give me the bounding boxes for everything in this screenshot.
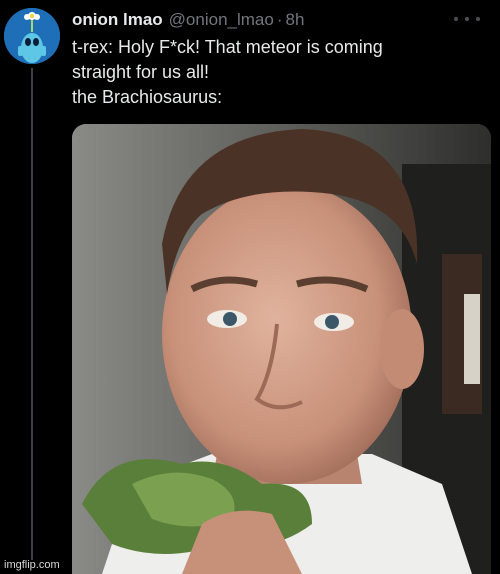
timestamp[interactable]: 8h <box>286 10 305 30</box>
more-dot <box>465 17 469 21</box>
thread-line <box>31 68 33 560</box>
more-dot <box>476 17 480 21</box>
avatar-character-icon <box>4 8 60 64</box>
avatar[interactable] <box>4 8 60 64</box>
more-options-icon[interactable] <box>454 12 480 26</box>
user-handle[interactable]: @onion_lmao <box>169 10 274 30</box>
separator-dot: · <box>276 10 283 29</box>
imgflip-watermark: imgflip.com <box>4 559 60 571</box>
tweet-text-line: t-rex: Holy F*ck! That meteor is coming <box>72 37 383 57</box>
display-name[interactable]: onion lmao <box>72 10 163 30</box>
media-photo <box>72 124 491 574</box>
tweet-text-line: the Brachiosaurus: <box>72 87 223 107</box>
tweet-header: onion lmao @onion_lmao · 8h <box>72 10 304 32</box>
more-dot <box>454 17 458 21</box>
tweet-text: t-rex: Holy F*ck! That meteor is coming … <box>72 35 482 110</box>
tweet-media-image[interactable] <box>72 124 491 574</box>
tweet-text-line: straight for us all! <box>72 62 210 82</box>
